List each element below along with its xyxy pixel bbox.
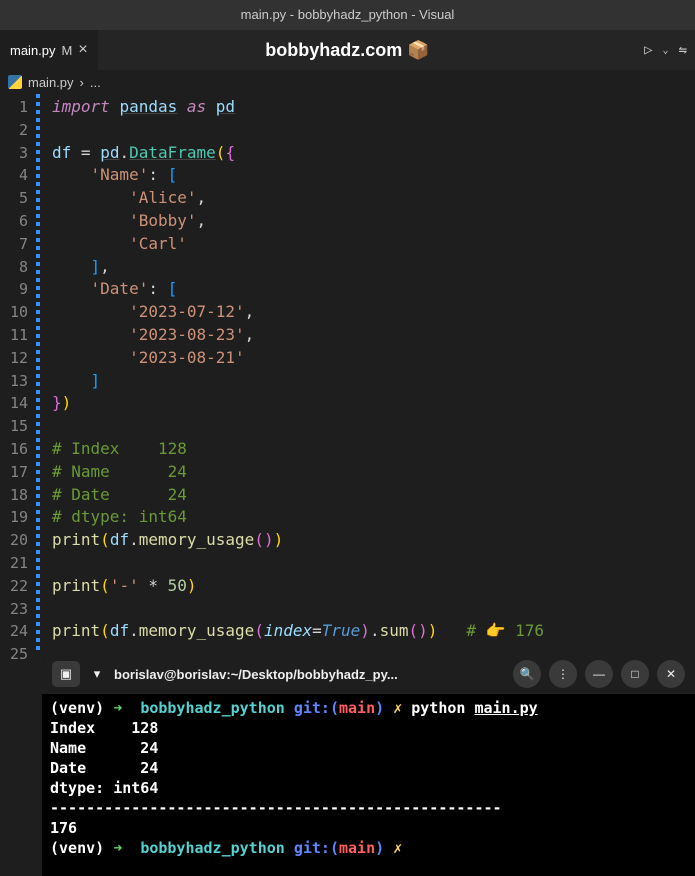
dropdown-button[interactable]: ▾ <box>88 661 106 687</box>
tab-bar: main.py M × bobbyhadz.com 📦 ▷ ⌄ ⇋ <box>0 30 695 70</box>
terminal-header: ▣ ▾ borislav@borislav:~/Desktop/bobbyhad… <box>42 654 695 694</box>
tab-modified-indicator: M <box>62 43 73 58</box>
breadcrumb-rest: ... <box>90 75 101 90</box>
close-icon[interactable]: × <box>78 41 87 59</box>
run-icon[interactable]: ▷ <box>644 42 652 58</box>
terminal-title: borislav@borislav:~/Desktop/bobbyhadz_py… <box>114 667 505 682</box>
line-gutter: 1234567891011121314151617181920212223242… <box>0 94 36 654</box>
compare-icon[interactable]: ⇋ <box>679 42 687 58</box>
code-editor[interactable]: 1234567891011121314151617181920212223242… <box>0 94 695 654</box>
run-controls: ▷ ⌄ ⇋ <box>644 42 687 58</box>
breadcrumb-file: main.py <box>28 75 74 90</box>
search-icon[interactable]: 🔍 <box>513 660 541 688</box>
python-file-icon <box>8 75 22 89</box>
window-titlebar: main.py - bobbyhadz_python - Visual <box>0 0 695 30</box>
code-content[interactable]: import pandas as pd df = pd.DataFrame({ … <box>40 94 695 654</box>
tab-filename: main.py <box>10 43 56 58</box>
editor-tab-main[interactable]: main.py M × <box>0 30 98 70</box>
chevron-down-icon[interactable]: ⌄ <box>663 45 669 56</box>
close-terminal-icon[interactable]: ✕ <box>657 660 685 688</box>
site-label: bobbyhadz.com 📦 <box>265 40 429 61</box>
terminal-output[interactable]: (venv) ➜ bobbyhadz_python git:(main) ✗ p… <box>42 694 695 862</box>
breadcrumb[interactable]: main.py › ... <box>0 70 695 94</box>
minimize-icon[interactable]: — <box>585 660 613 688</box>
breadcrumb-separator: › <box>80 75 84 90</box>
terminal-panel: ▣ ▾ borislav@borislav:~/Desktop/bobbyhad… <box>42 654 695 876</box>
maximize-icon[interactable]: □ <box>621 660 649 688</box>
new-tab-button[interactable]: ▣ <box>52 661 80 687</box>
menu-icon[interactable]: ⋮ <box>549 660 577 688</box>
